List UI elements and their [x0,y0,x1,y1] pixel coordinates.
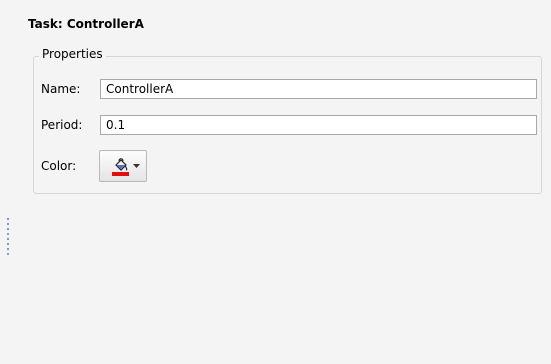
color-label: Color: [41,159,77,173]
paint-bucket-icon [115,158,128,171]
period-label: Period: [41,118,83,132]
chevron-down-icon [133,164,140,168]
resize-sash-handle[interactable] [6,218,10,256]
name-label: Name: [41,82,81,96]
task-title: Task: ControllerA [28,17,144,31]
period-field[interactable]: 0.1 [100,115,537,135]
name-field[interactable]: ControllerA [100,79,537,99]
properties-panel: Task: ControllerA Properties Name: Contr… [15,0,551,364]
properties-group-label: Properties [39,47,106,61]
color-picker-button[interactable] [99,150,147,182]
color-swatch [112,172,129,176]
